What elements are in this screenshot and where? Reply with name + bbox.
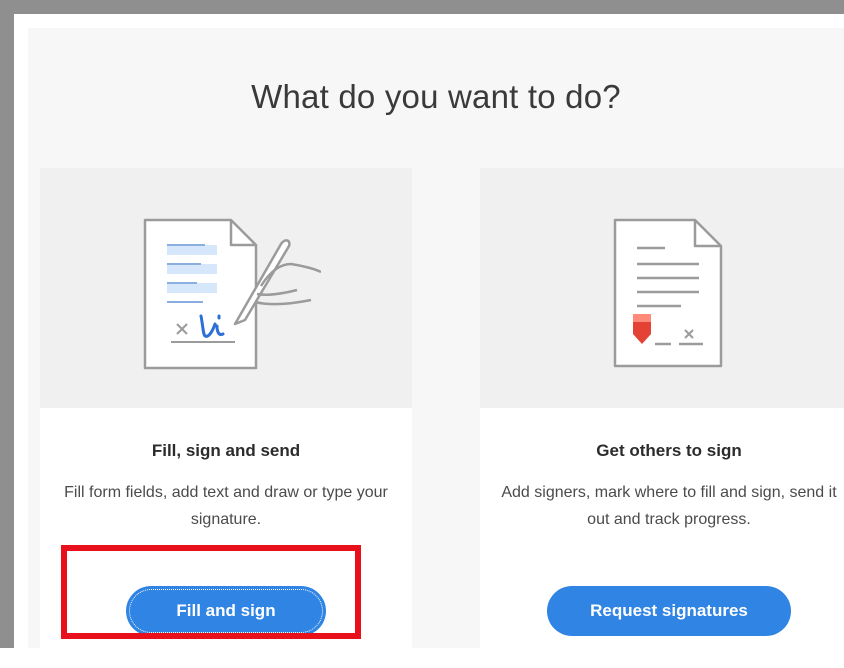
window-frame: What do you want to do? Fill, sign and s…	[0, 0, 844, 668]
fill-sign-title: Fill, sign and send	[151, 441, 301, 460]
fill-sign-card-body: Fill, sign and send Fill form fields, ad…	[40, 408, 412, 668]
fill-sign-document-icon	[143, 218, 321, 370]
fill-sign-illustration	[40, 168, 412, 408]
fill-and-sign-button[interactable]: Fill and sign	[126, 586, 326, 636]
fill-sign-card: Fill, sign and send Fill form fields, ad…	[40, 168, 412, 668]
request-signatures-description: Add signers, mark where to fill and sign…	[501, 484, 837, 528]
request-signatures-document-icon	[613, 218, 723, 368]
request-signatures-card: Get others to sign Add signers, mark whe…	[480, 168, 844, 668]
request-signatures-card-body: Get others to sign Add signers, mark whe…	[480, 408, 844, 668]
request-signatures-illustration	[480, 168, 844, 408]
dialog-panel: What do you want to do? Fill, sign and s…	[28, 28, 844, 668]
dialog-heading: What do you want to do?	[251, 78, 621, 115]
fill-sign-description: Fill form fields, add text and draw or t…	[64, 484, 388, 528]
request-signatures-button[interactable]: Request signatures	[547, 586, 791, 636]
request-signatures-title: Get others to sign	[596, 441, 742, 460]
